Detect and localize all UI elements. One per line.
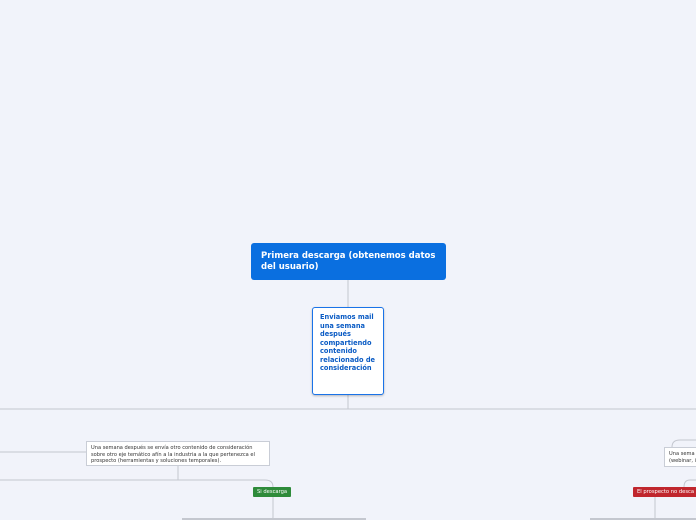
connector-yes-down	[269, 497, 274, 520]
root-topic[interactable]: Primera descarga (obtenemos datos del us…	[251, 243, 446, 280]
root-topic-label: Primera descarga (obtenemos datos del us…	[261, 251, 436, 272]
left-note-topic[interactable]: Una semana después se envía otro conteni…	[86, 441, 270, 466]
child-topic[interactable]: Enviamos mail una semana después compart…	[312, 307, 384, 395]
left-note-label: Una semana después se envía otro conteni…	[91, 445, 255, 465]
right-note-topic[interactable]: Una sema (webinar, i	[664, 447, 696, 467]
right-note-label: Una sema (webinar, i	[669, 451, 696, 464]
no-download-label: El prospecto no desca	[637, 489, 695, 495]
connector-right-sub	[683, 479, 696, 488]
child-topic-label: Enviamos mail una semana después compart…	[320, 313, 376, 372]
yes-download-label: Si descarga	[257, 489, 288, 495]
yes-download-tag[interactable]: Si descarga	[253, 487, 292, 497]
mind-map-canvas: Primera descarga (obtenemos datos del us…	[0, 0, 696, 520]
connector-left-sub-bus	[0, 479, 274, 488]
connector-right-note	[671, 439, 696, 448]
no-download-tag[interactable]: El prospecto no desca	[633, 487, 696, 497]
